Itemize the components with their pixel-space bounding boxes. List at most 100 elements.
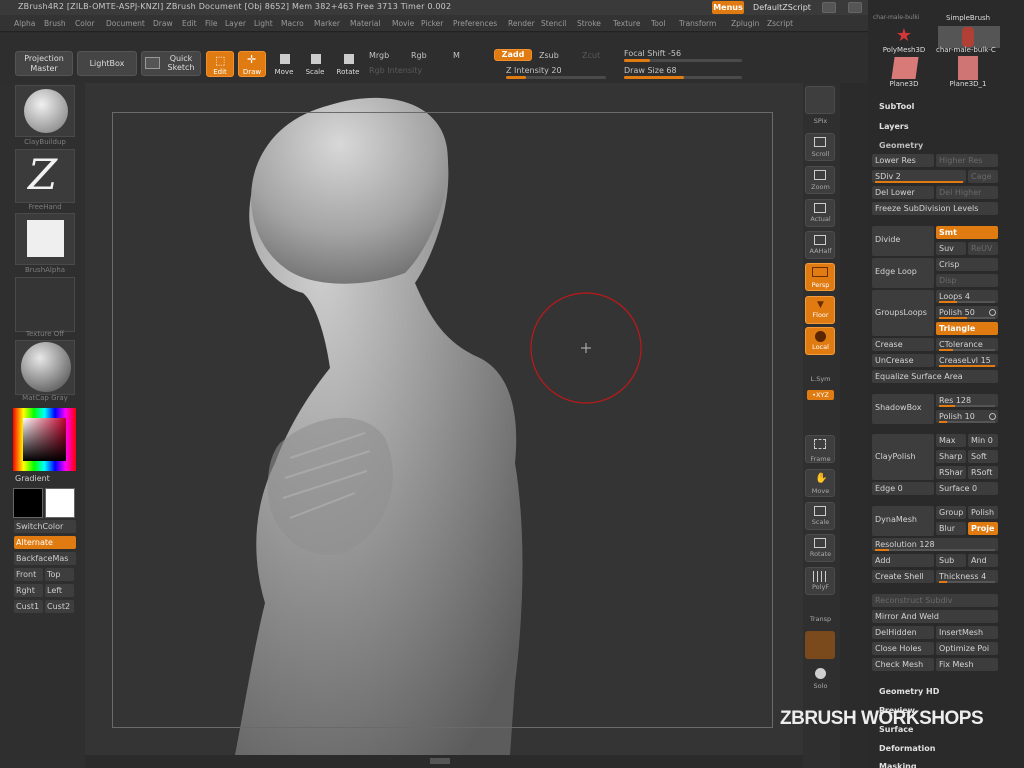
secondary-color-swatch[interactable] (45, 488, 75, 518)
blur-slider[interactable]: Blur (936, 522, 966, 535)
crisp-toggle[interactable]: Crisp (936, 258, 998, 271)
rsoft-slider[interactable]: RSoft (968, 466, 998, 479)
geometry-hd-header[interactable]: Geometry HD (879, 687, 939, 696)
help-icon[interactable] (822, 2, 836, 13)
default-zscript-button[interactable]: DefaultZScript (747, 1, 817, 14)
menu-brush[interactable]: Brush (44, 19, 66, 28)
crease-button[interactable]: Crease (872, 338, 934, 351)
reconstruct-subdiv-button[interactable]: Reconstruct Subdiv (872, 594, 998, 607)
mrgb-button[interactable]: Mrgb (369, 51, 389, 60)
draw-button[interactable]: ✛ Draw (238, 51, 266, 77)
z-intensity-track[interactable] (506, 76, 606, 79)
mirror-and-weld-button[interactable]: Mirror And Weld (872, 610, 998, 623)
layers-header[interactable]: Layers (879, 122, 909, 131)
bpr-render-button[interactable] (805, 86, 835, 114)
edge-slider[interactable]: Edge 0 (872, 482, 934, 495)
polymesh3d-label[interactable]: PolyMesh3D (874, 46, 934, 54)
menu-tool[interactable]: Tool (651, 19, 666, 28)
top-button[interactable]: Top (45, 568, 74, 581)
geometry-header[interactable]: Geometry (879, 141, 923, 150)
menu-transform[interactable]: Transform (679, 19, 716, 28)
plane3d-icon[interactable] (891, 57, 919, 79)
draw-size-track[interactable] (624, 76, 742, 79)
lightbox-button[interactable]: LightBox (77, 51, 137, 76)
claypolish-button[interactable]: ClayPolish (872, 434, 934, 480)
plane3d-1-label[interactable]: Plane3D_1 (938, 80, 998, 88)
menu-edit[interactable]: Edit (182, 19, 197, 28)
scale-button[interactable]: Scale (302, 51, 328, 77)
triangle-toggle[interactable]: Triangle (936, 322, 998, 335)
zsub-button[interactable]: Zsub (539, 51, 559, 60)
uncrease-button[interactable]: UnCrease (872, 354, 934, 367)
zcut-button[interactable]: Zcut (582, 51, 600, 60)
surface-slider[interactable]: Surface 0 (936, 482, 998, 495)
stroke-thumbnail[interactable]: Z (15, 149, 75, 203)
thickness-track[interactable] (939, 581, 995, 583)
move-button[interactable]: Move (271, 51, 297, 77)
loops-track[interactable] (939, 301, 995, 303)
equalize-surface-area-button[interactable]: Equalize Surface Area (872, 370, 998, 383)
suv-toggle[interactable]: Suv (936, 242, 966, 255)
rgb-button[interactable]: Rgb (411, 51, 427, 60)
material-thumbnail[interactable] (15, 340, 75, 395)
sdiv-track[interactable] (875, 181, 963, 183)
menu-zplugin[interactable]: Zplugin (731, 19, 759, 28)
projection-master-button[interactable]: Projection Master (15, 51, 73, 76)
shadowbox-res-track[interactable] (939, 405, 995, 407)
subtool-header[interactable]: SubTool (879, 102, 914, 111)
spix-slider[interactable]: SPix (803, 117, 838, 125)
cage-button[interactable]: Cage (968, 170, 998, 183)
shadowbox-button[interactable]: ShadowBox (872, 394, 934, 424)
menu-color[interactable]: Color (75, 19, 95, 28)
left-button[interactable]: Left (45, 584, 74, 597)
gradient-label[interactable]: Gradient (15, 474, 50, 483)
right-button[interactable]: Rght (14, 584, 43, 597)
alternate-button[interactable]: Alternate (14, 536, 76, 549)
brush-thumbnail[interactable] (15, 85, 75, 137)
del-lower-button[interactable]: Del Lower (872, 186, 934, 199)
menu-render[interactable]: Render (508, 19, 535, 28)
menu-picker[interactable]: Picker (421, 19, 443, 28)
resolution-track[interactable] (875, 549, 995, 551)
menu-material[interactable]: Material (350, 19, 380, 28)
menu-document[interactable]: Document (106, 19, 145, 28)
check-mesh-button[interactable]: Check Mesh (872, 658, 934, 671)
edit-button[interactable]: ⬚ Edit (206, 51, 234, 77)
optimize-points-button[interactable]: Optimize Poi (936, 642, 998, 655)
polish10-track[interactable] (939, 421, 995, 423)
m-button[interactable]: M (453, 51, 460, 60)
menu-light[interactable]: Light (254, 19, 273, 28)
texture-thumbnail[interactable] (15, 277, 75, 332)
plane3d-1-icon[interactable] (958, 56, 978, 80)
menu-macro[interactable]: Macro (281, 19, 304, 28)
focal-shift-slider[interactable]: Focal Shift -56 (624, 49, 681, 58)
focal-shift-track[interactable] (624, 59, 742, 62)
smt-toggle[interactable]: Smt (936, 226, 998, 239)
polish50-track[interactable] (939, 317, 995, 319)
cust2-button[interactable]: Cust2 (45, 600, 74, 613)
rsharp-slider[interactable]: RShar (936, 466, 966, 479)
ghost-button[interactable] (805, 631, 835, 659)
menu-alpha[interactable]: Alpha (14, 19, 35, 28)
lower-res-button[interactable]: Lower Res (872, 154, 934, 167)
and-button[interactable]: And (968, 554, 998, 567)
menu-layer[interactable]: Layer (225, 19, 246, 28)
bottom-shelf-toggle-icon[interactable] (430, 758, 450, 764)
color-picker-square[interactable] (23, 418, 66, 461)
del-higher-button[interactable]: Del Higher (936, 186, 998, 199)
backfacemask-button[interactable]: BackfaceMas (14, 552, 76, 565)
higher-res-button[interactable]: Higher Res (936, 154, 998, 167)
add-button[interactable]: Add (872, 554, 934, 567)
floor-button[interactable]: ▼ (805, 296, 835, 324)
menu-file[interactable]: File (205, 19, 218, 28)
draw-size-slider[interactable]: Draw Size 68 (624, 66, 677, 75)
delhidden-button[interactable]: DelHidden (872, 626, 934, 639)
polymesh3d-star-icon[interactable]: ★ (880, 26, 928, 46)
freeze-subdivision-button[interactable]: Freeze SubDivision Levels (872, 202, 998, 215)
menu-preferences[interactable]: Preferences (453, 19, 497, 28)
menus-button[interactable]: Menus (712, 1, 744, 14)
insertmesh-button[interactable]: InsertMesh (936, 626, 998, 639)
claypolish-max-slider[interactable]: Max (936, 434, 966, 447)
front-button[interactable]: Front (14, 568, 43, 581)
menu-texture[interactable]: Texture (613, 19, 640, 28)
